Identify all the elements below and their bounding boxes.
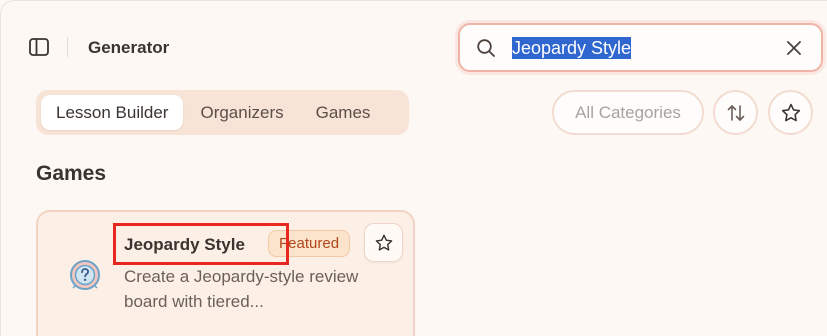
search-field[interactable]: Jeopardy Style: [458, 23, 823, 72]
tab-organizers[interactable]: Organizers: [185, 95, 298, 130]
header-divider: [67, 37, 68, 57]
sort-arrows-icon: [727, 104, 744, 121]
sidebar-panel-icon: [29, 38, 49, 56]
favorites-filter-button[interactable]: [768, 90, 813, 135]
tab-games[interactable]: Games: [301, 95, 386, 130]
app-frame: Generator Jeopardy Style Lesson Builder …: [0, 0, 827, 336]
category-tabs: Lesson Builder Organizers Games: [36, 90, 409, 135]
question-mark-icon: [70, 260, 100, 290]
search-icon: [477, 39, 495, 57]
sidebar-toggle-button[interactable]: [28, 36, 50, 58]
section-title: Games: [36, 162, 107, 185]
generator-card[interactable]: Jeopardy Style Featured Create a Jeopard…: [36, 210, 415, 336]
tab-lesson-builder[interactable]: Lesson Builder: [41, 95, 184, 130]
close-icon[interactable]: [785, 39, 803, 57]
search-input[interactable]: Jeopardy Style: [512, 37, 632, 59]
featured-badge: Featured: [268, 230, 351, 257]
card-description: Create a Jeopardy-style review board wit…: [124, 267, 359, 311]
page-title: Generator: [88, 38, 170, 57]
card-favorite-button[interactable]: [364, 223, 403, 262]
card-title: Jeopardy Style: [124, 235, 245, 254]
star-icon: [781, 103, 800, 121]
sort-button[interactable]: [713, 90, 758, 135]
star-icon: [375, 234, 392, 251]
category-dropdown[interactable]: All Categories: [552, 90, 704, 135]
